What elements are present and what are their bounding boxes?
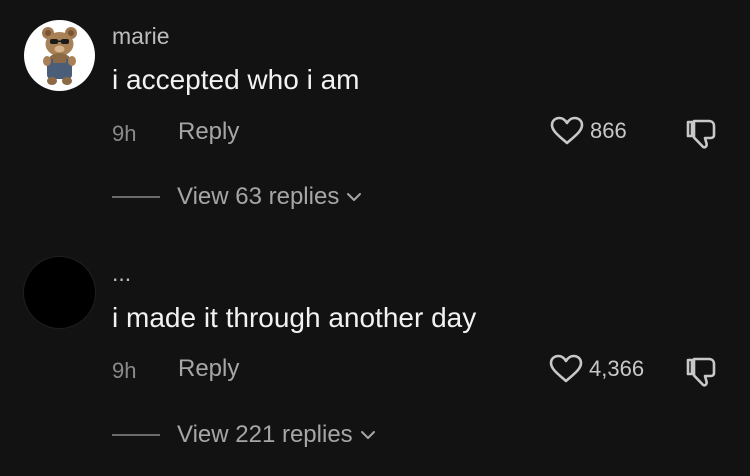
comment-timestamp: 9h [112, 358, 137, 383]
replies-divider [112, 196, 160, 198]
view-replies-button[interactable]: View 221 replies [177, 421, 376, 449]
comment-username[interactable]: ... [112, 260, 131, 287]
view-replies-button[interactable]: View 63 replies [177, 183, 362, 211]
replies-divider [112, 434, 160, 436]
chevron-down-icon [360, 431, 375, 439]
teddy-bear-icon [42, 27, 77, 85]
dislike-button[interactable] [685, 356, 719, 388]
comment-username[interactable]: marie [112, 23, 170, 50]
thumbs-down-icon [686, 357, 716, 387]
comment-text: i made it through another day [112, 302, 477, 333]
dislike-button[interactable] [685, 118, 719, 150]
reply-button[interactable]: Reply [178, 355, 239, 383]
comment-timestamp: 9h [112, 121, 137, 146]
heart-icon [549, 354, 583, 383]
comment-item: ... i made it through another day 9h Rep… [0, 238, 750, 476]
like-count: 866 [590, 118, 627, 143]
comments-panel: marie i accepted who i am 9h Reply 866 V… [0, 0, 750, 476]
heart-icon [550, 116, 584, 145]
user-avatar[interactable] [24, 20, 95, 91]
view-replies-label: View 63 replies [177, 183, 340, 210]
view-replies-label: View 221 replies [177, 421, 353, 448]
like-count: 4,366 [589, 356, 645, 381]
reply-button[interactable]: Reply [178, 118, 239, 146]
like-button[interactable]: 866 [550, 116, 627, 146]
chevron-down-icon [347, 193, 362, 201]
thumbs-down-icon [686, 119, 716, 149]
like-button[interactable]: 4,366 [549, 354, 644, 384]
user-avatar[interactable] [24, 257, 95, 328]
comment-text: i accepted who i am [112, 64, 360, 95]
comment-item: marie i accepted who i am 9h Reply 866 V… [0, 0, 750, 238]
